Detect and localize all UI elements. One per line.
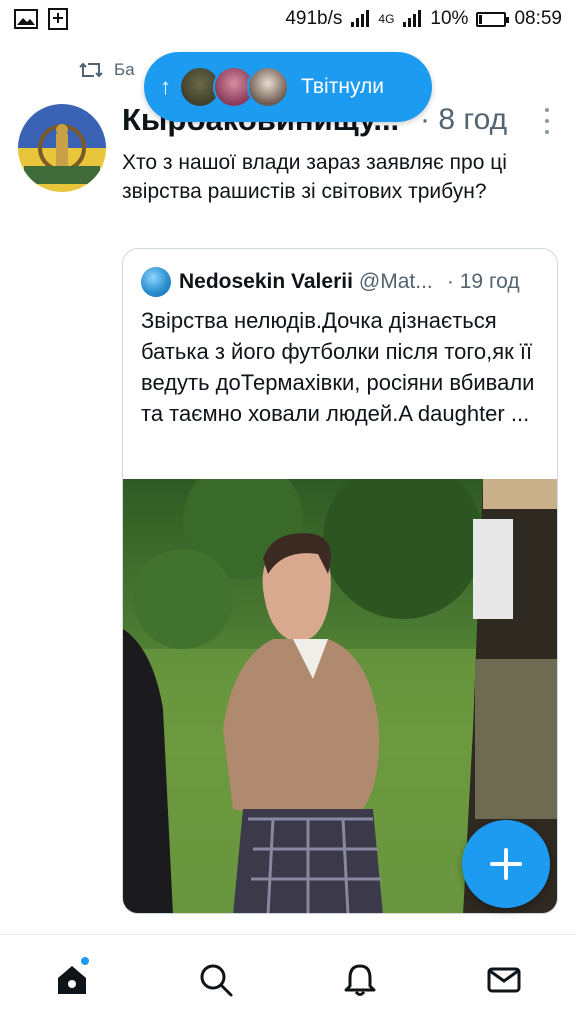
search-icon (200, 964, 233, 996)
nav-messages[interactable] (469, 945, 539, 1015)
battery-icon (476, 11, 510, 27)
status-right: 491b/s 4G 10% 08:59 (285, 8, 562, 30)
clock: 08:59 (514, 8, 562, 29)
gallery-icon (14, 9, 38, 29)
more-options-icon[interactable] (542, 108, 552, 134)
download-icon (48, 8, 68, 30)
retweet-context-label: Ба (114, 60, 135, 79)
banner-avatar (247, 66, 289, 108)
battery-fill (479, 14, 483, 24)
signal-icon-2 (403, 10, 422, 27)
quote-tweet-card[interactable]: Nedosekin Valerii @Mat... · 19 год Звірс… (122, 248, 558, 914)
signal-icon (351, 10, 370, 27)
quote-text: Звірства нелюдів.Дочка дізнається батька… (141, 308, 535, 426)
quote-time: · 19 год (446, 270, 520, 293)
home-icon (58, 965, 86, 994)
author-avatar[interactable] (18, 104, 106, 192)
compose-plus-icon (490, 848, 522, 880)
notification-dot (81, 956, 89, 965)
tweet-time[interactable]: · 8 год (420, 103, 507, 137)
bottom-navigation (0, 934, 576, 1024)
mail-icon (487, 967, 521, 992)
retweet-icon (79, 62, 103, 78)
quote-author-handle: @Mat... (358, 270, 433, 293)
banner-avatars (179, 66, 289, 108)
network-type: 4G (378, 12, 395, 26)
tweet-text: Хто з нашої влади зараз заявляє про ці з… (122, 151, 507, 203)
bell-icon (344, 964, 376, 996)
retweet-context[interactable]: Ба (78, 60, 135, 80)
new-retweets-banner[interactable]: ↑ Твітнули (144, 52, 432, 122)
quote-header: Nedosekin Valerii @Mat... · 19 год (141, 267, 551, 297)
compose-tweet-button[interactable] (462, 820, 550, 908)
banner-label: Твітнули (301, 75, 384, 98)
nav-search[interactable] (181, 945, 251, 1015)
author-avatar-image (18, 104, 106, 192)
quote-author-avatar[interactable] (141, 267, 171, 297)
battery-percent: 10% (430, 8, 469, 29)
arrow-up-icon: ↑ (160, 74, 171, 99)
nav-notifications[interactable] (325, 945, 395, 1015)
network-speed: 491b/s (285, 8, 343, 29)
quote-author-name[interactable]: Nedosekin Valerii (179, 270, 353, 294)
status-left (14, 8, 68, 30)
nav-home[interactable] (37, 945, 107, 1015)
status-bar: 491b/s 4G 10% 08:59 (0, 0, 576, 38)
